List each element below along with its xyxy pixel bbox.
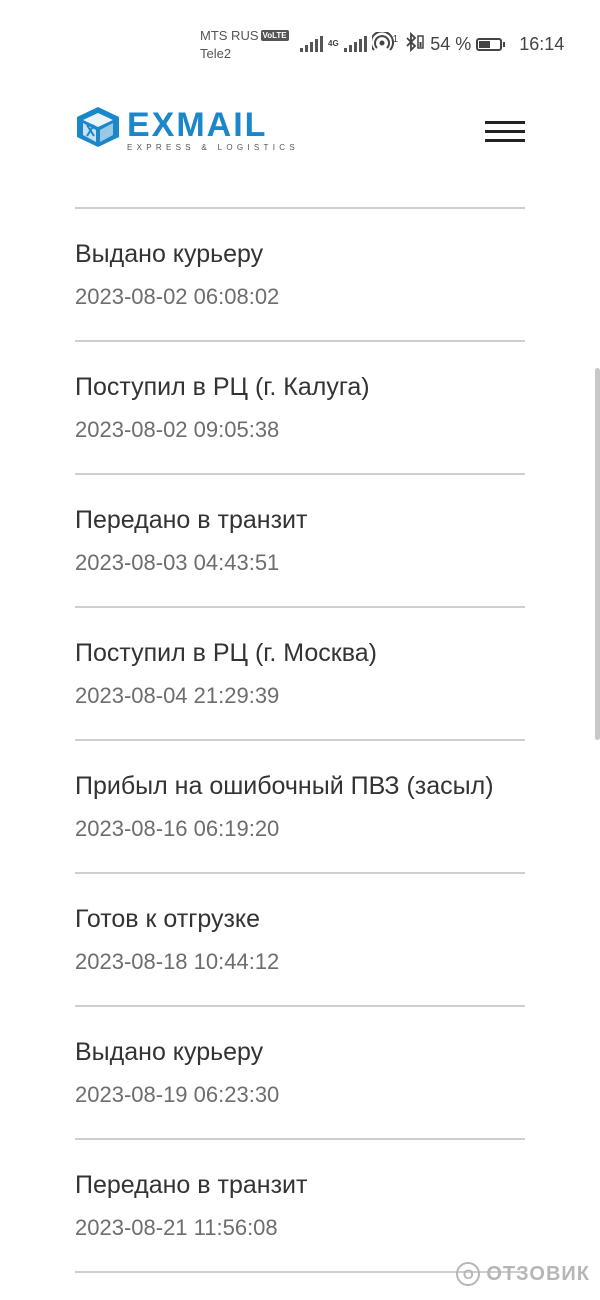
tracking-event: Выдано курьеру 2023-08-02 06:08:02 xyxy=(75,209,525,342)
logo-wordmark: EXMAIL xyxy=(127,105,268,144)
logo-text: EXMAIL EXPRESS & LOGISTICS xyxy=(127,108,299,152)
tracking-event: Передано в транзит 2023-08-03 04:43:51 xyxy=(75,475,525,608)
event-status: Готов к отгрузке xyxy=(75,905,261,933)
status-bar: MTS RUS VoLTE Tele2 4G 1 54 % 16:14 xyxy=(0,0,600,80)
tracking-event: Выдано курьеру 2023-08-19 06:23:30 xyxy=(75,1007,525,1140)
event-status: Поступил в РЦ (г. Москва) xyxy=(75,639,377,667)
battery-percent: 54 % xyxy=(430,33,472,54)
site-header: EXMAIL EXPRESS & LOGISTICS xyxy=(75,105,525,160)
bluetooth-battery-icon xyxy=(403,31,425,57)
tracking-event: Поступил в РЦ (г. Калуга) 2023-08-02 09:0… xyxy=(75,342,525,475)
cube-logo-icon xyxy=(75,105,121,154)
signal-icon-2 xyxy=(343,36,367,52)
event-status: Передано в транзит xyxy=(75,1171,308,1199)
hotspot-icon xyxy=(369,30,394,57)
network-type: 4G xyxy=(328,39,339,48)
tracking-event: Прибыл на ошибочный ПВЗ (засыл) 2023-08-1… xyxy=(75,741,525,874)
status-indicators: 4G 1 54 % 16:14 xyxy=(300,30,565,57)
signal-icon xyxy=(300,36,323,52)
hamburger-menu-icon[interactable] xyxy=(485,121,525,147)
clock: 16:14 xyxy=(519,33,565,54)
watermark-text: ОТЗОВИК xyxy=(486,1262,590,1285)
tracking-event: Поступил в РЦ (г. Москва) 2023-08-04 21:2… xyxy=(75,608,525,741)
carrier-name-2: Tele2 xyxy=(200,46,232,61)
event-status: Передано в транзит xyxy=(75,506,308,534)
battery-icon xyxy=(476,37,506,51)
logo-tagline: EXPRESS & LOGISTICS xyxy=(127,142,299,152)
event-status: Поступил в РЦ (г. Калуга) xyxy=(75,373,370,401)
event-datetime: 2023-08-04 21:29:39 xyxy=(75,683,280,708)
carrier-name-1: MTS RUS xyxy=(200,28,259,43)
tracking-event: Передано в транзит 2023-08-21 11:56:08 xyxy=(75,1140,525,1273)
tracking-history-list: Выдано курьеру 2023-08-02 06:08:02 Поступи… xyxy=(75,207,525,1273)
event-datetime: 2023-08-03 04:43:51 xyxy=(75,550,280,575)
logo[interactable]: EXMAIL EXPRESS & LOGISTICS xyxy=(75,105,299,154)
event-datetime: 2023-08-21 11:56:08 xyxy=(75,1215,278,1240)
event-datetime: 2023-08-19 06:23:30 xyxy=(75,1082,280,1107)
event-status: Прибыл на ошибочный ПВЗ (засыл) xyxy=(75,772,494,800)
event-datetime: 2023-08-18 10:44:12 xyxy=(75,949,280,974)
otzovik-logo-icon: О xyxy=(456,1262,481,1286)
event-status: Выдано курьеру xyxy=(75,1038,264,1066)
scrollbar[interactable] xyxy=(595,368,600,740)
watermark: О ОТЗОВИК xyxy=(456,1262,590,1286)
carrier-info: MTS RUS VoLTE Tele2 xyxy=(200,27,289,63)
tracking-event: Готов к отгрузке 2023-08-18 10:44:12 xyxy=(75,874,525,1007)
event-datetime: 2023-08-02 09:05:38 xyxy=(75,417,280,442)
event-datetime: 2023-08-02 06:08:02 xyxy=(75,284,280,309)
volte-badge: VoLTE xyxy=(260,30,289,41)
event-status: Выдано курьеру xyxy=(75,240,264,268)
event-datetime: 2023-08-16 06:19:20 xyxy=(75,816,280,841)
hotspot-count: 1 xyxy=(392,33,399,45)
